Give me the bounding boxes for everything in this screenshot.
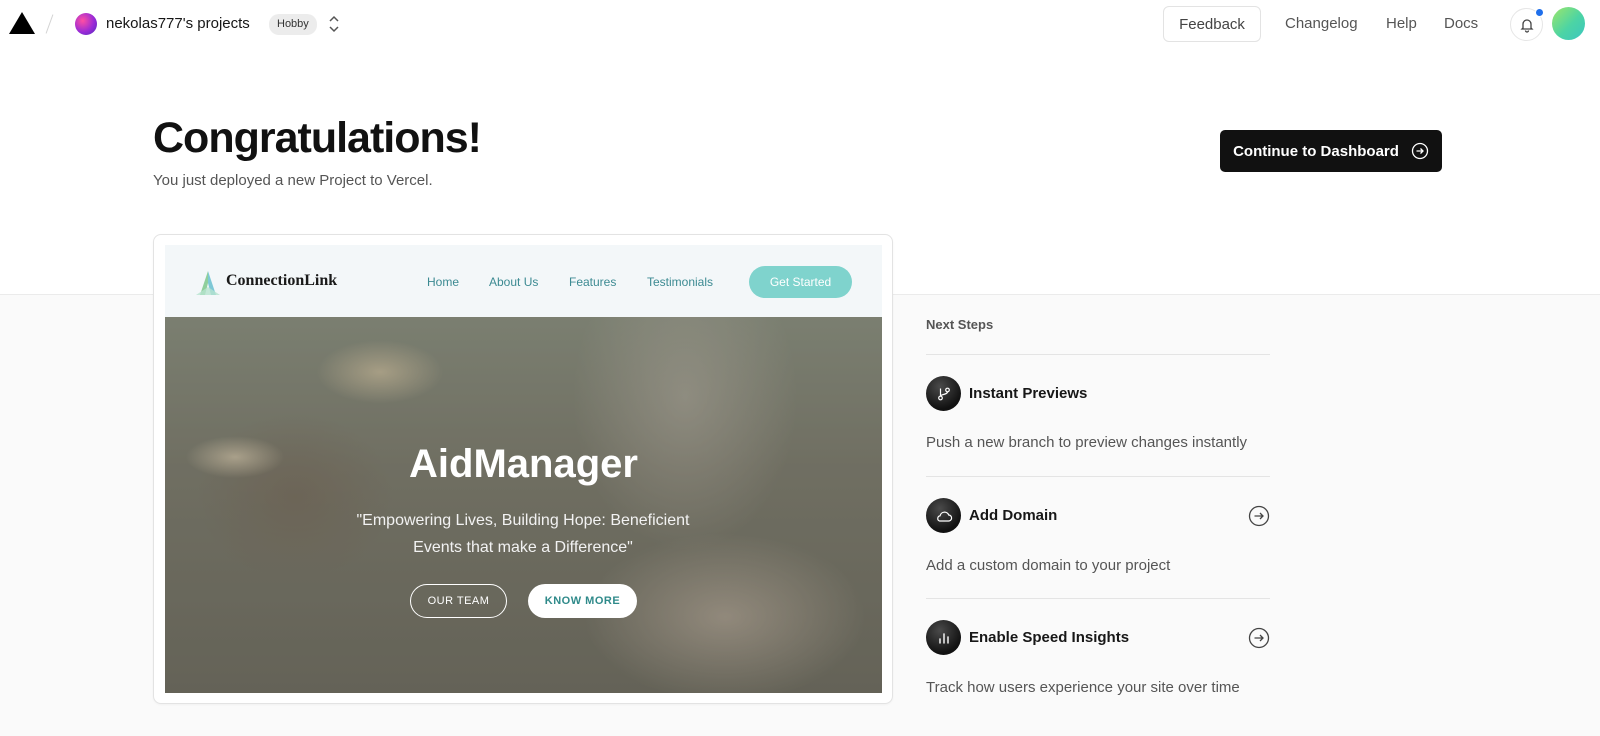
preview-know-more-button: KNOW MORE xyxy=(528,584,637,618)
add-domain-title[interactable]: Add Domain xyxy=(969,507,1057,524)
add-domain-description: Add a custom domain to your project xyxy=(926,557,1171,574)
git-branch-icon xyxy=(926,376,961,411)
divider xyxy=(926,476,1270,477)
project-name[interactable]: nekolas777's projects xyxy=(106,15,250,32)
user-avatar[interactable] xyxy=(1552,7,1585,40)
divider xyxy=(926,354,1270,355)
preview-hero-title: AidManager xyxy=(409,442,638,486)
preview-hero-image: AidManager "Empowering Lives, Building H… xyxy=(165,317,882,693)
preview-nav-testimonials: Testimonials xyxy=(647,275,714,289)
instant-previews-title: Instant Previews xyxy=(969,385,1088,402)
vercel-logo-icon[interactable] xyxy=(8,11,36,35)
site-screenshot[interactable]: ConnectionLink Home About Us Features Te… xyxy=(165,245,882,693)
notification-dot xyxy=(1535,8,1544,17)
project-avatar[interactable] xyxy=(75,13,97,35)
continue-to-dashboard-button[interactable]: Continue to Dashboard xyxy=(1220,130,1442,172)
connectionlink-logo-icon xyxy=(196,271,220,295)
nav-link-help[interactable]: Help xyxy=(1386,15,1417,32)
divider xyxy=(926,598,1270,599)
bar-chart-icon xyxy=(926,620,961,655)
continue-button-label: Continue to Dashboard xyxy=(1233,142,1399,160)
instant-previews-description: Push a new branch to preview changes ins… xyxy=(926,434,1248,451)
next-steps-heading: Next Steps xyxy=(926,317,994,332)
top-navigation: nekolas777's projects Hobby Feedback Cha… xyxy=(0,0,1600,48)
breadcrumb-separator xyxy=(45,14,54,34)
preview-nav-features: Features xyxy=(569,275,617,289)
preview-nav-home: Home xyxy=(427,275,460,289)
bell-icon xyxy=(1519,18,1534,33)
feedback-button[interactable]: Feedback xyxy=(1163,6,1261,42)
preview-get-started-button: Get Started xyxy=(749,266,852,298)
arrow-circle-right-icon xyxy=(1411,142,1429,160)
arrow-circle-right-icon[interactable] xyxy=(1248,627,1270,649)
speed-insights-description: Track how users experience your site ove… xyxy=(926,679,1240,696)
preview-nav-about: About Us xyxy=(489,275,539,289)
preview-hero-quote: "Empowering Lives, Building Hope: Benefi… xyxy=(356,512,690,556)
preview-brand-name: ConnectionLink xyxy=(226,272,338,289)
plan-badge: Hobby xyxy=(269,14,317,35)
cloud-icon xyxy=(926,498,961,533)
page-title: Congratulations! xyxy=(153,114,482,162)
deployment-preview-card[interactable]: ConnectionLink Home About Us Features Te… xyxy=(153,234,893,704)
preview-site-header: ConnectionLink Home About Us Features Te… xyxy=(165,245,882,317)
chevron-up-down-icon[interactable] xyxy=(327,13,341,35)
nav-link-docs[interactable]: Docs xyxy=(1444,15,1478,32)
page-subtitle: You just deployed a new Project to Verce… xyxy=(153,172,433,189)
preview-our-team-button: OUR TEAM xyxy=(410,584,507,618)
speed-insights-title[interactable]: Enable Speed Insights xyxy=(969,629,1129,646)
nav-link-changelog[interactable]: Changelog xyxy=(1285,15,1358,32)
arrow-circle-right-icon[interactable] xyxy=(1248,505,1270,527)
